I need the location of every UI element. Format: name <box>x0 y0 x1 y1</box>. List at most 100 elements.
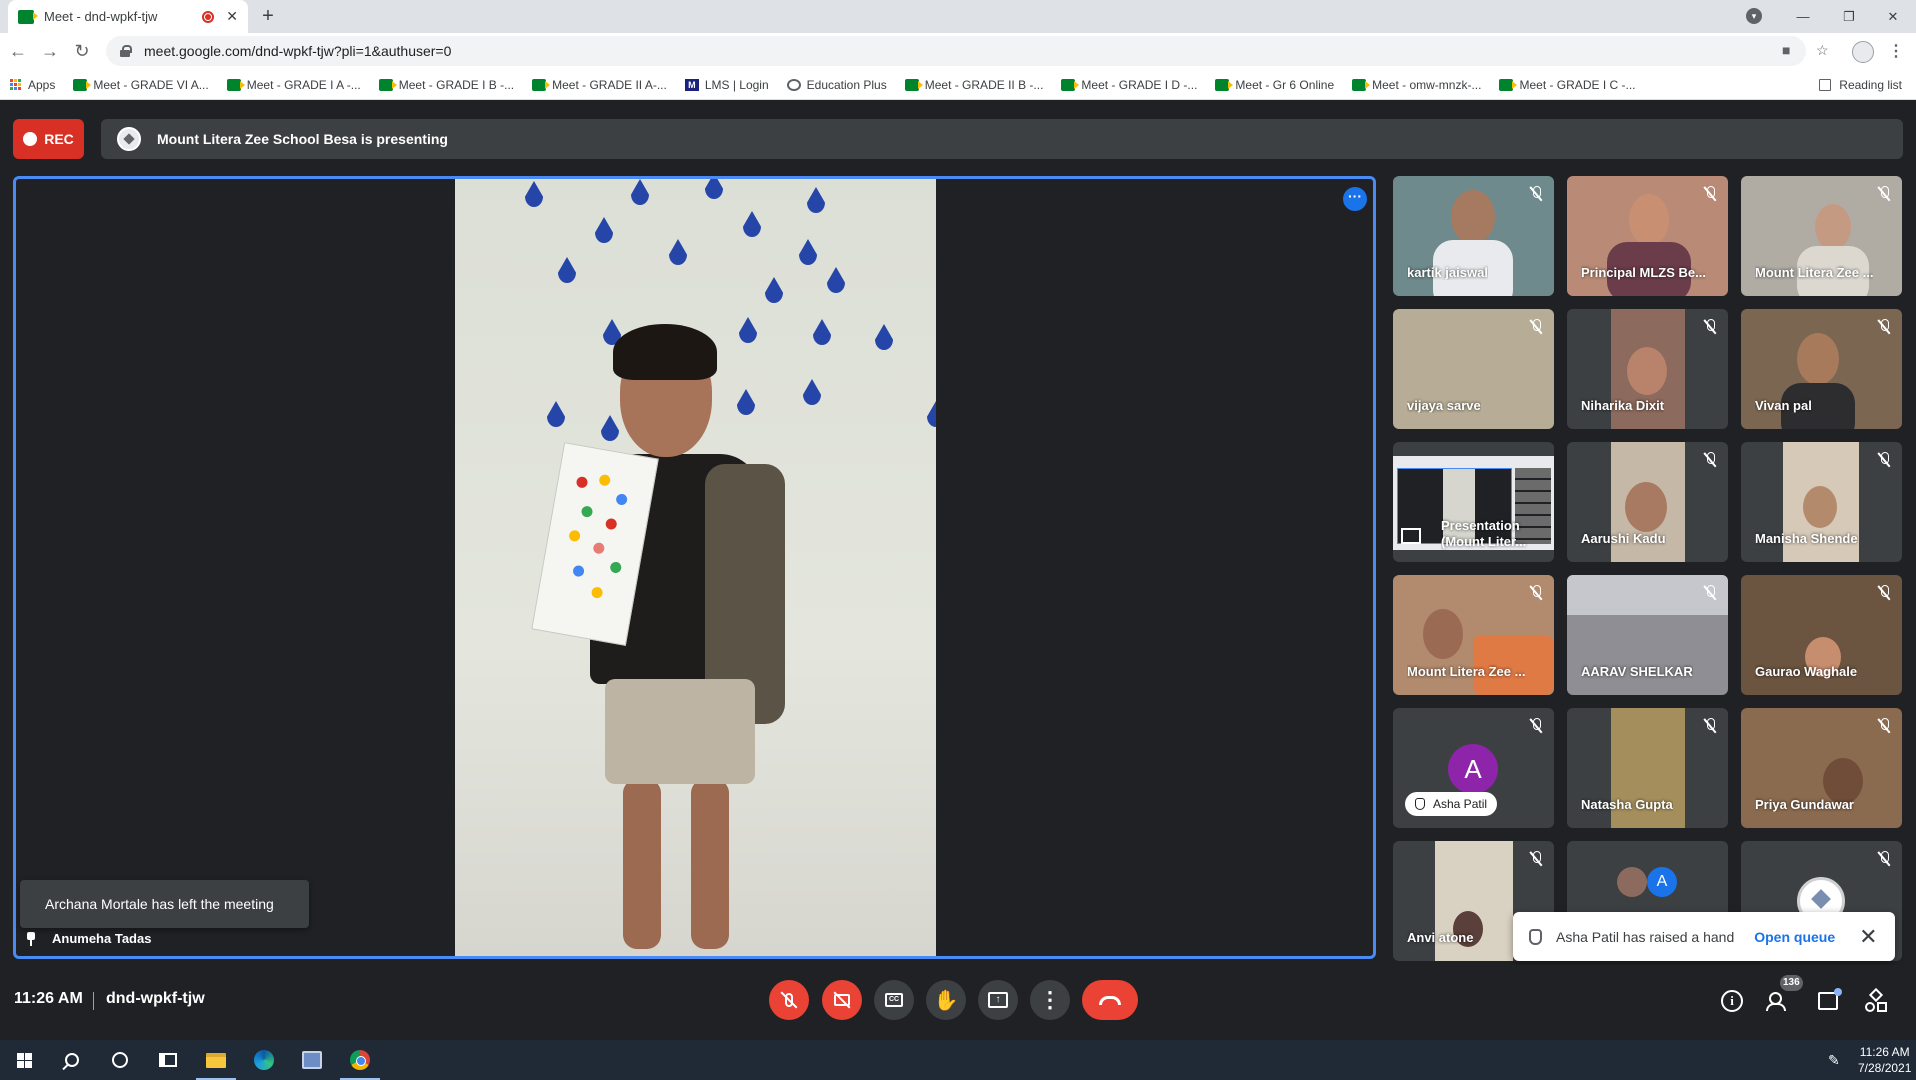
muted-mic-icon <box>1876 718 1892 734</box>
new-tab-button[interactable]: + <box>256 4 280 28</box>
reading-list-button[interactable]: Reading list <box>1819 78 1902 92</box>
lock-icon[interactable] <box>120 45 132 57</box>
bookmark-meet[interactable]: Meet - GRADE I B -... <box>378 78 514 92</box>
present-screen-icon: ↑ <box>988 992 1008 1008</box>
forward-arrow-icon[interactable]: → <box>38 39 62 63</box>
presentation-tile[interactable]: Presentation (Mount Liter... <box>1393 442 1554 562</box>
presentation-video <box>455 179 936 956</box>
app-button[interactable] <box>288 1040 336 1080</box>
open-queue-button[interactable]: Open queue <box>1754 929 1835 945</box>
bookmark-meet[interactable]: Meet - GRADE II A-... <box>532 78 667 92</box>
bookmark-lms[interactable]: M LMS | Login <box>684 78 769 92</box>
bookmark-apps[interactable]: Apps <box>10 78 55 92</box>
captions-icon: CC <box>885 993 903 1007</box>
captions-button[interactable]: CC <box>874 980 914 1020</box>
reload-icon[interactable]: ↻ <box>70 39 94 63</box>
bookmark-meet[interactable]: Meet - GRADE I D -... <box>1061 78 1197 92</box>
stage-more-options-icon[interactable]: ··· <box>1343 187 1367 211</box>
present-now-button[interactable]: ↑ <box>978 980 1018 1020</box>
meet-icon <box>73 78 92 91</box>
participant-tile[interactable]: vijaya sarve <box>1393 309 1554 429</box>
participant-tile[interactable]: AARAV SHELKAR <box>1567 575 1728 695</box>
participant-tile[interactable]: A Asha Patil <box>1393 708 1554 828</box>
main-stage[interactable]: ··· Anumeha Tadas <box>13 176 1376 959</box>
chrome-button[interactable] <box>336 1040 384 1080</box>
browser-menu-icon[interactable]: ⋮ <box>1888 41 1904 61</box>
profile-avatar[interactable] <box>1852 41 1874 63</box>
tab-close-icon[interactable]: ✕ <box>226 8 238 25</box>
app-window-icon <box>302 1051 322 1069</box>
search-icon <box>65 1053 79 1067</box>
restore-button[interactable]: ❐ <box>1826 0 1872 33</box>
participant-tile[interactable]: Principal MLZS Be... <box>1567 176 1728 296</box>
more-vert-icon: ⋮ <box>1039 987 1061 1012</box>
participant-count-badge: 136 <box>1780 975 1803 991</box>
present-screen-icon <box>1401 528 1421 544</box>
search-button[interactable] <box>48 1040 96 1080</box>
bookmarks-bar: Apps Meet - GRADE VI A... Meet - GRADE I… <box>0 70 1916 100</box>
bookmark-meet[interactable]: Meet - GRADE I A -... <box>226 78 361 92</box>
activities-button[interactable] <box>1864 987 1888 1013</box>
edge-button[interactable] <box>240 1040 288 1080</box>
meet-icon <box>1352 78 1371 91</box>
more-options-button[interactable]: ⋮ <box>1030 980 1070 1020</box>
muted-mic-icon <box>1702 319 1718 335</box>
activities-icon <box>1865 987 1887 1012</box>
pen-workspace-icon[interactable]: ✎ <box>1828 1052 1844 1068</box>
start-button[interactable] <box>0 1040 48 1080</box>
url-text[interactable]: meet.google.com/dnd-wpkf-tjw?pli=1&authu… <box>144 43 451 59</box>
raise-hand-button[interactable]: ✋ <box>926 980 966 1020</box>
muted-mic-icon <box>1876 452 1892 468</box>
back-arrow-icon[interactable]: ← <box>6 39 30 63</box>
muted-mic-icon <box>1702 718 1718 734</box>
participant-tile[interactable]: Mount Litera Zee ... <box>1393 575 1554 695</box>
browser-tab-meet[interactable]: Meet - dnd-wpkf-tjw ✕ <box>8 0 248 33</box>
lms-icon: M <box>684 78 699 91</box>
muted-mic-icon <box>1528 585 1544 601</box>
meeting-time: 11:26 AM <box>14 990 83 1007</box>
recording-badge[interactable]: REC <box>13 119 84 159</box>
cortana-button[interactable] <box>96 1040 144 1080</box>
window-close-button[interactable]: ✕ <box>1870 0 1916 33</box>
edge-icon <box>254 1050 274 1070</box>
pin-icon[interactable] <box>26 931 36 946</box>
file-explorer-button[interactable] <box>192 1040 240 1080</box>
participant-tile[interactable]: kartik jaiswal <box>1393 176 1554 296</box>
bookmark-meet[interactable]: Meet - GRADE I C -... <box>1499 78 1635 92</box>
bookmark-meet[interactable]: Meet - Gr 6 Online <box>1215 78 1334 92</box>
bookmark-meet[interactable]: Meet - GRADE VI A... <box>73 78 209 92</box>
muted-mic-icon <box>1876 186 1892 202</box>
chat-button[interactable] <box>1816 988 1842 1013</box>
microphone-toggle-button[interactable] <box>769 980 809 1020</box>
raised-hand-toast: Asha Patil has raised a hand Open queue … <box>1513 912 1895 961</box>
leave-call-button[interactable] <box>1082 980 1138 1020</box>
task-view-button[interactable] <box>144 1040 192 1080</box>
participant-tile[interactable]: Niharika Dixit <box>1567 309 1728 429</box>
camera-toggle-button[interactable] <box>822 980 862 1020</box>
bookmark-star-icon[interactable]: ☆ <box>1816 42 1829 59</box>
participant-tile[interactable]: Gaurao Waghale <box>1741 575 1902 695</box>
camera-in-use-icon[interactable]: ■ <box>1782 42 1790 58</box>
apps-grid-icon <box>10 78 22 91</box>
participant-tile[interactable]: Natasha Gupta <box>1567 708 1728 828</box>
participant-tile[interactable]: Aarushi Kadu <box>1567 442 1728 562</box>
people-button[interactable] <box>1766 989 1790 1013</box>
tab-search-icon[interactable]: ▾ <box>1746 8 1762 24</box>
minimize-button[interactable]: — <box>1780 0 1826 33</box>
participant-tile[interactable]: Priya Gundawar <box>1741 708 1902 828</box>
meet-icon <box>226 78 245 91</box>
folder-icon <box>206 1052 226 1068</box>
bookmark-education-plus[interactable]: Education Plus <box>786 78 887 92</box>
meeting-details-button[interactable]: i <box>1720 989 1744 1013</box>
bookmark-meet[interactable]: Meet - GRADE II B -... <box>904 78 1043 92</box>
meet-favicon-icon <box>18 9 38 24</box>
close-toast-icon[interactable]: ✕ <box>1859 924 1877 950</box>
chat-icon <box>1818 988 1842 1010</box>
participant-tile[interactable]: Manisha Shende <box>1741 442 1902 562</box>
address-bar[interactable]: meet.google.com/dnd-wpkf-tjw?pli=1&authu… <box>106 36 1806 66</box>
participant-tile[interactable]: Mount Litera Zee ... <box>1741 176 1902 296</box>
system-clock[interactable]: 11:26 AM 7/28/2021 <box>1858 1044 1911 1076</box>
muted-mic-icon <box>1528 718 1544 734</box>
bookmark-meet[interactable]: Meet - omw-mnzk-... <box>1352 78 1481 92</box>
participant-tile[interactable]: Vivan pal <box>1741 309 1902 429</box>
